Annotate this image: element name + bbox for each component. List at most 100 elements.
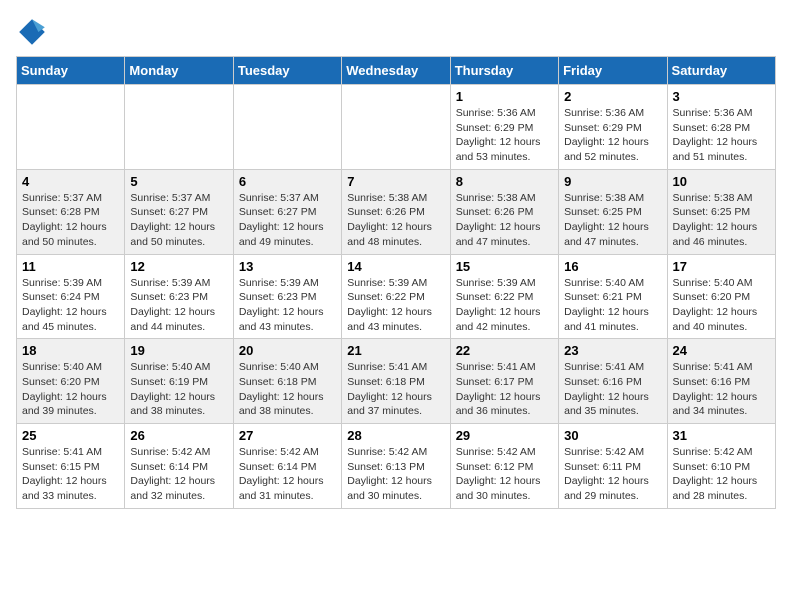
day-info: Sunrise: 5:42 AM Sunset: 6:13 PM Dayligh… [347, 445, 444, 504]
column-header-thursday: Thursday [450, 57, 558, 85]
week-row-5: 25 Sunrise: 5:41 AM Sunset: 6:15 PM Dayli… [17, 424, 776, 509]
calendar-cell: 2Sunrise: 5:36 AM Sunset: 6:29 PM Daylig… [559, 85, 667, 170]
day-info: Sunrise: 5:38 AM Sunset: 6:25 PM Dayligh… [564, 191, 661, 250]
calendar-cell: 4 Sunrise: 5:37 AM Sunset: 6:28 PM Daylig… [17, 169, 125, 254]
day-number: 16 [564, 259, 661, 274]
day-info: Sunrise: 5:39 AM Sunset: 6:23 PM Dayligh… [130, 276, 227, 335]
day-number: 24 [673, 343, 770, 358]
calendar-cell: 24 Sunrise: 5:41 AM Sunset: 6:16 PM Dayli… [667, 339, 775, 424]
calendar-cell: 19 Sunrise: 5:40 AM Sunset: 6:19 PM Dayli… [125, 339, 233, 424]
day-info: Sunrise: 5:42 AM Sunset: 6:11 PM Dayligh… [564, 445, 661, 504]
day-info: Sunrise: 5:39 AM Sunset: 6:23 PM Dayligh… [239, 276, 336, 335]
calendar-cell: 3 Sunrise: 5:36 AM Sunset: 6:28 PM Daylig… [667, 85, 775, 170]
calendar-cell [17, 85, 125, 170]
calendar-cell: 13Sunrise: 5:39 AM Sunset: 6:23 PM Dayli… [233, 254, 341, 339]
day-info: Sunrise: 5:38 AM Sunset: 6:25 PM Dayligh… [673, 191, 770, 250]
calendar-cell: 16Sunrise: 5:40 AM Sunset: 6:21 PM Dayli… [559, 254, 667, 339]
day-number: 20 [239, 343, 336, 358]
day-info: Sunrise: 5:42 AM Sunset: 6:14 PM Dayligh… [130, 445, 227, 504]
day-number: 28 [347, 428, 444, 443]
calendar-cell: 29 Sunrise: 5:42 AM Sunset: 6:12 PM Dayli… [450, 424, 558, 509]
day-info: Sunrise: 5:41 AM Sunset: 6:18 PM Dayligh… [347, 360, 444, 419]
week-row-4: 18Sunrise: 5:40 AM Sunset: 6:20 PM Dayli… [17, 339, 776, 424]
calendar-table: SundayMondayTuesdayWednesdayThursdayFrid… [16, 56, 776, 509]
calendar-cell: 18Sunrise: 5:40 AM Sunset: 6:20 PM Dayli… [17, 339, 125, 424]
column-header-monday: Monday [125, 57, 233, 85]
day-info: Sunrise: 5:42 AM Sunset: 6:12 PM Dayligh… [456, 445, 553, 504]
column-header-wednesday: Wednesday [342, 57, 450, 85]
day-info: Sunrise: 5:42 AM Sunset: 6:14 PM Dayligh… [239, 445, 336, 504]
calendar-cell [342, 85, 450, 170]
calendar-header-row: SundayMondayTuesdayWednesdayThursdayFrid… [17, 57, 776, 85]
day-info: Sunrise: 5:36 AM Sunset: 6:28 PM Dayligh… [673, 106, 770, 165]
day-number: 1 [456, 89, 553, 104]
day-number: 19 [130, 343, 227, 358]
calendar-cell [233, 85, 341, 170]
calendar-cell: 26 Sunrise: 5:42 AM Sunset: 6:14 PM Dayli… [125, 424, 233, 509]
day-number: 4 [22, 174, 119, 189]
calendar-cell: 21 Sunrise: 5:41 AM Sunset: 6:18 PM Dayli… [342, 339, 450, 424]
week-row-2: 4 Sunrise: 5:37 AM Sunset: 6:28 PM Daylig… [17, 169, 776, 254]
day-number: 3 [673, 89, 770, 104]
calendar-cell: 28 Sunrise: 5:42 AM Sunset: 6:13 PM Dayli… [342, 424, 450, 509]
day-info: Sunrise: 5:40 AM Sunset: 6:20 PM Dayligh… [22, 360, 119, 419]
column-header-saturday: Saturday [667, 57, 775, 85]
day-number: 12 [130, 259, 227, 274]
calendar-cell: 1 Sunrise: 5:36 AM Sunset: 6:29 PM Daylig… [450, 85, 558, 170]
calendar-cell: 5Sunrise: 5:37 AM Sunset: 6:27 PM Daylig… [125, 169, 233, 254]
calendar-cell: 30 Sunrise: 5:42 AM Sunset: 6:11 PM Dayli… [559, 424, 667, 509]
day-info: Sunrise: 5:37 AM Sunset: 6:28 PM Dayligh… [22, 191, 119, 250]
calendar-cell: 20 Sunrise: 5:40 AM Sunset: 6:18 PM Dayli… [233, 339, 341, 424]
calendar-cell [125, 85, 233, 170]
day-info: Sunrise: 5:37 AM Sunset: 6:27 PM Dayligh… [130, 191, 227, 250]
day-number: 30 [564, 428, 661, 443]
day-info: Sunrise: 5:41 AM Sunset: 6:15 PM Dayligh… [22, 445, 119, 504]
logo [16, 16, 52, 48]
day-info: Sunrise: 5:40 AM Sunset: 6:18 PM Dayligh… [239, 360, 336, 419]
day-info: Sunrise: 5:36 AM Sunset: 6:29 PM Dayligh… [456, 106, 553, 165]
day-info: Sunrise: 5:40 AM Sunset: 6:19 PM Dayligh… [130, 360, 227, 419]
calendar-cell: 22 Sunrise: 5:41 AM Sunset: 6:17 PM Dayli… [450, 339, 558, 424]
day-number: 9 [564, 174, 661, 189]
calendar-cell: 31Sunrise: 5:42 AM Sunset: 6:10 PM Dayli… [667, 424, 775, 509]
header [16, 16, 776, 48]
week-row-3: 11 Sunrise: 5:39 AM Sunset: 6:24 PM Dayli… [17, 254, 776, 339]
calendar-cell: 10 Sunrise: 5:38 AM Sunset: 6:25 PM Dayli… [667, 169, 775, 254]
day-info: Sunrise: 5:38 AM Sunset: 6:26 PM Dayligh… [347, 191, 444, 250]
calendar-cell: 9 Sunrise: 5:38 AM Sunset: 6:25 PM Daylig… [559, 169, 667, 254]
calendar-cell: 27 Sunrise: 5:42 AM Sunset: 6:14 PM Dayli… [233, 424, 341, 509]
day-number: 23 [564, 343, 661, 358]
day-info: Sunrise: 5:39 AM Sunset: 6:22 PM Dayligh… [456, 276, 553, 335]
column-header-friday: Friday [559, 57, 667, 85]
calendar-cell: 8Sunrise: 5:38 AM Sunset: 6:26 PM Daylig… [450, 169, 558, 254]
column-header-sunday: Sunday [17, 57, 125, 85]
calendar-cell: 11 Sunrise: 5:39 AM Sunset: 6:24 PM Dayli… [17, 254, 125, 339]
day-number: 10 [673, 174, 770, 189]
day-info: Sunrise: 5:41 AM Sunset: 6:16 PM Dayligh… [673, 360, 770, 419]
day-info: Sunrise: 5:41 AM Sunset: 6:16 PM Dayligh… [564, 360, 661, 419]
day-number: 22 [456, 343, 553, 358]
calendar-cell: 23 Sunrise: 5:41 AM Sunset: 6:16 PM Dayli… [559, 339, 667, 424]
day-info: Sunrise: 5:39 AM Sunset: 6:24 PM Dayligh… [22, 276, 119, 335]
day-number: 27 [239, 428, 336, 443]
day-number: 14 [347, 259, 444, 274]
calendar-cell: 14Sunrise: 5:39 AM Sunset: 6:22 PM Dayli… [342, 254, 450, 339]
calendar-cell: 17Sunrise: 5:40 AM Sunset: 6:20 PM Dayli… [667, 254, 775, 339]
day-number: 26 [130, 428, 227, 443]
day-number: 21 [347, 343, 444, 358]
day-info: Sunrise: 5:37 AM Sunset: 6:27 PM Dayligh… [239, 191, 336, 250]
day-number: 25 [22, 428, 119, 443]
logo-icon [16, 16, 48, 48]
calendar-cell: 7 Sunrise: 5:38 AM Sunset: 6:26 PM Daylig… [342, 169, 450, 254]
calendar-cell: 15 Sunrise: 5:39 AM Sunset: 6:22 PM Dayli… [450, 254, 558, 339]
calendar-cell: 25 Sunrise: 5:41 AM Sunset: 6:15 PM Dayli… [17, 424, 125, 509]
day-number: 15 [456, 259, 553, 274]
day-info: Sunrise: 5:40 AM Sunset: 6:20 PM Dayligh… [673, 276, 770, 335]
day-info: Sunrise: 5:38 AM Sunset: 6:26 PM Dayligh… [456, 191, 553, 250]
calendar-cell: 12 Sunrise: 5:39 AM Sunset: 6:23 PM Dayli… [125, 254, 233, 339]
day-info: Sunrise: 5:36 AM Sunset: 6:29 PM Dayligh… [564, 106, 661, 165]
day-number: 29 [456, 428, 553, 443]
day-number: 11 [22, 259, 119, 274]
day-info: Sunrise: 5:41 AM Sunset: 6:17 PM Dayligh… [456, 360, 553, 419]
day-number: 7 [347, 174, 444, 189]
